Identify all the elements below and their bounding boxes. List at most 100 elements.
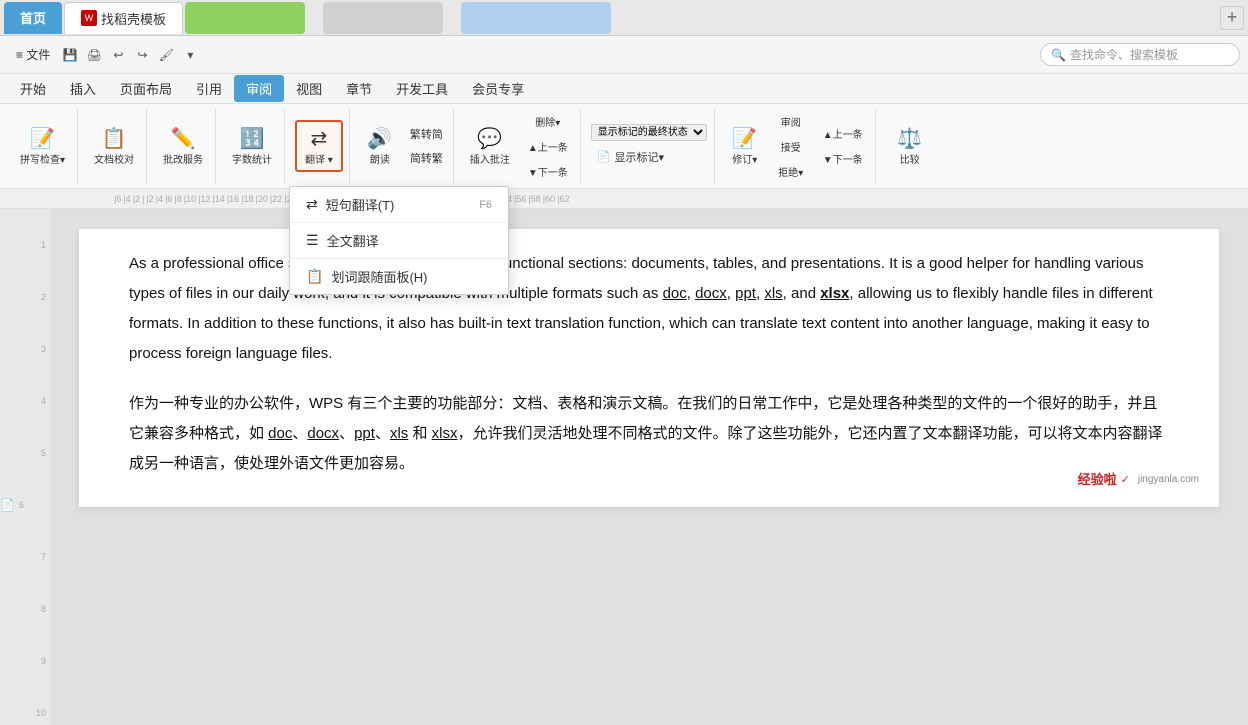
tab-page-layout[interactable]: 页面布局	[108, 75, 184, 102]
revision-button[interactable]: ✏️ 批改服务	[157, 122, 209, 170]
doc-check-icon: 📋	[102, 126, 127, 151]
page-break-icon: 📄	[0, 479, 15, 531]
tab-insert[interactable]: 插入	[58, 75, 108, 102]
redo-icon[interactable]: ↪	[132, 45, 152, 65]
tab-green[interactable]	[185, 2, 305, 34]
cn-xlsx-format: xlsx	[432, 425, 458, 442]
tab-review[interactable]: 审阅	[234, 75, 284, 102]
search-placeholder: 查找命令、搜索模板	[1070, 46, 1178, 63]
tab-add-button[interactable]: +	[1220, 6, 1244, 30]
delete-comment-button[interactable]: 删除▾	[522, 110, 574, 133]
short-translate-icon: ⇄	[306, 196, 318, 213]
word-panel-label: 划词跟随面板(H)	[331, 267, 427, 286]
ribbon-group-comment: 💬 插入批注 删除▾ ▲上一条 ▼下一条	[458, 108, 581, 184]
doc-check-button[interactable]: 📋 文档校对	[88, 122, 140, 170]
track-changes-icon: 📝	[732, 126, 757, 151]
short-translate-item[interactable]: ⇄ 短句翻译(T) F6	[290, 187, 508, 222]
track-changes-button[interactable]: 📝 修订▾	[725, 122, 765, 170]
ribbon-content: 📝 拼写检查▾ 📋 文档校对 ✏️ 批改服务	[0, 104, 1248, 189]
simp-to-trad-button[interactable]: 简转繁	[406, 148, 447, 168]
line-numbers: 1 2 3 4 5 📄 6 7 8 9 10 11 12 13 14 15 16…	[0, 209, 50, 725]
content-area: 1 2 3 4 5 📄 6 7 8 9 10 11 12 13 14 15 16…	[0, 209, 1248, 725]
search-box[interactable]: 🔍 查找命令、搜索模板	[1040, 43, 1240, 66]
short-translate-label: 短句翻译(T)	[326, 195, 395, 214]
file-menu[interactable]: ≡ 文件	[8, 42, 58, 67]
review-button[interactable]: 审阅	[771, 110, 811, 133]
word-count-icon: 🔢	[240, 126, 265, 151]
tab-bar: 首页 W 找稻壳模板 +	[0, 0, 1248, 36]
accept-button[interactable]: 接受	[771, 135, 811, 158]
word-panel-item[interactable]: 📋 划词跟随面板(H)	[290, 259, 508, 294]
tab-dev-tools[interactable]: 开发工具	[384, 75, 460, 102]
tab-start[interactable]: 开始	[8, 75, 58, 102]
print-icon[interactable]: 🖨	[84, 45, 104, 65]
tab-chapter[interactable]: 章节	[334, 75, 384, 102]
document-page[interactable]: As a professional office software, WPS h…	[79, 229, 1219, 507]
watermark-text: 经验啦	[1078, 467, 1117, 493]
show-markup-select[interactable]: 显示标记的最终状态	[591, 124, 707, 141]
ribbon-group-wordcount: 🔢 字数统计	[220, 108, 285, 184]
menu-bar: ≡ 文件 💾 🖨 ↩ ↪ 🖌 ▾ 🔍 查找命令、搜索模板	[0, 36, 1248, 74]
ribbon-group-compare: ⚖️ 比较	[880, 108, 940, 184]
compare-icon: ⚖️	[897, 126, 922, 151]
prev-change-button[interactable]: ▲上一条	[817, 122, 869, 145]
ribbon-tabs: 开始 插入 页面布局 引用 审阅 视图 章节 开发工具 会员专享	[0, 74, 1248, 104]
spell-check-icon: 📝	[30, 126, 55, 151]
ribbon-group-readaloud: 🔊 朗读 繁转简 简转繁	[354, 108, 454, 184]
docx-format: docx	[695, 285, 727, 302]
word-count-button[interactable]: 🔢 字数统计	[226, 122, 278, 170]
menu-bar-left: ≡ 文件 💾 🖨 ↩ ↪ 🖌 ▾	[8, 42, 208, 67]
ribbon-group-markup: 显示标记的最终状态 📄 显示标记▾	[585, 108, 715, 184]
cn-docx-format: docx	[307, 425, 339, 442]
insert-comment-button[interactable]: 💬 插入批注	[464, 122, 516, 170]
format-painter-icon[interactable]: 🖌	[156, 45, 176, 65]
reject-button[interactable]: 拒绝▾	[771, 160, 811, 183]
cn-xls-format: xls	[390, 425, 408, 442]
tab-home[interactable]: 首页	[4, 2, 62, 34]
cn-doc-format: doc	[268, 425, 292, 442]
tab-template[interactable]: W 找稻壳模板	[64, 2, 183, 34]
tab-view[interactable]: 视图	[284, 75, 334, 102]
compare-button[interactable]: ⚖️ 比较	[890, 122, 930, 170]
en-paragraph: As a professional office software, WPS h…	[129, 249, 1169, 369]
read-aloud-button[interactable]: 🔊 朗读	[360, 122, 400, 170]
watermark-site: jingyanla.com	[1138, 470, 1199, 490]
save-icon[interactable]: 💾	[60, 45, 80, 65]
translate-icon: ⇄	[311, 126, 328, 151]
translate-button[interactable]: ⇄ 翻译 ▾	[295, 120, 343, 172]
tab-member[interactable]: 会员专享	[460, 75, 536, 102]
next-change-button[interactable]: ▼下一条	[817, 147, 869, 170]
prev-comment-button[interactable]: ▲上一条	[522, 135, 574, 158]
page-wrapper[interactable]: As a professional office software, WPS h…	[50, 209, 1248, 725]
more-icon[interactable]: ▾	[180, 45, 200, 65]
show-markup-button[interactable]: 📄 显示标记▾	[591, 145, 708, 169]
tab-gray[interactable]	[323, 2, 443, 34]
ribbon-group-revision: ✏️ 批改服务	[151, 108, 216, 184]
full-translate-item[interactable]: ☰ 全文翻译	[290, 223, 508, 258]
doc-format: doc	[663, 285, 687, 302]
tab-reference[interactable]: 引用	[184, 75, 234, 102]
ribbon-group-track: 📝 修订▾ 审阅 接受 拒绝▾ ▲上一条 ▼下一条	[719, 108, 876, 184]
xls-format: xls	[764, 285, 782, 302]
show-markup-icon: 📄	[597, 150, 611, 163]
watermark: 经验啦 ✓ jingyanla.com	[1078, 465, 1199, 495]
cn-paragraph: 作为一种专业的办公软件，WPS 有三个主要的功能部分：文档、表格和演示文稿。在我…	[129, 389, 1169, 479]
next-comment-button[interactable]: ▼下一条	[522, 160, 574, 183]
xlsx-format: xlsx	[820, 285, 849, 302]
full-translate-icon: ☰	[306, 232, 319, 249]
full-translate-label: 全文翻译	[327, 231, 379, 250]
read-aloud-icon: 🔊	[367, 126, 392, 151]
spell-check-button[interactable]: 📝 拼写检查▾	[14, 122, 71, 170]
trad-to-simp-button[interactable]: 繁转简	[406, 124, 447, 144]
tab-blue-right[interactable]	[461, 2, 611, 34]
cn-ppt-format: ppt	[354, 425, 375, 442]
insert-comment-icon: 💬	[477, 126, 502, 151]
ribbon-group-translate: ⇄ 翻译 ▾ ⇄ 短句翻译(T) F6 ☰ 全文翻译 📋	[289, 108, 350, 184]
undo-icon[interactable]: ↩	[108, 45, 128, 65]
ruler: |6 |4 |2 | |2 |4 |6 |8 |10 |12 |14 |16 |…	[0, 189, 1248, 209]
watermark-check: ✓	[1121, 469, 1130, 491]
word-panel-icon: 📋	[306, 268, 323, 285]
ppt-format: ppt	[735, 285, 756, 302]
toolbar-icons: 💾 🖨 ↩ ↪ 🖌 ▾	[60, 45, 200, 65]
wps-icon: W	[81, 10, 97, 26]
